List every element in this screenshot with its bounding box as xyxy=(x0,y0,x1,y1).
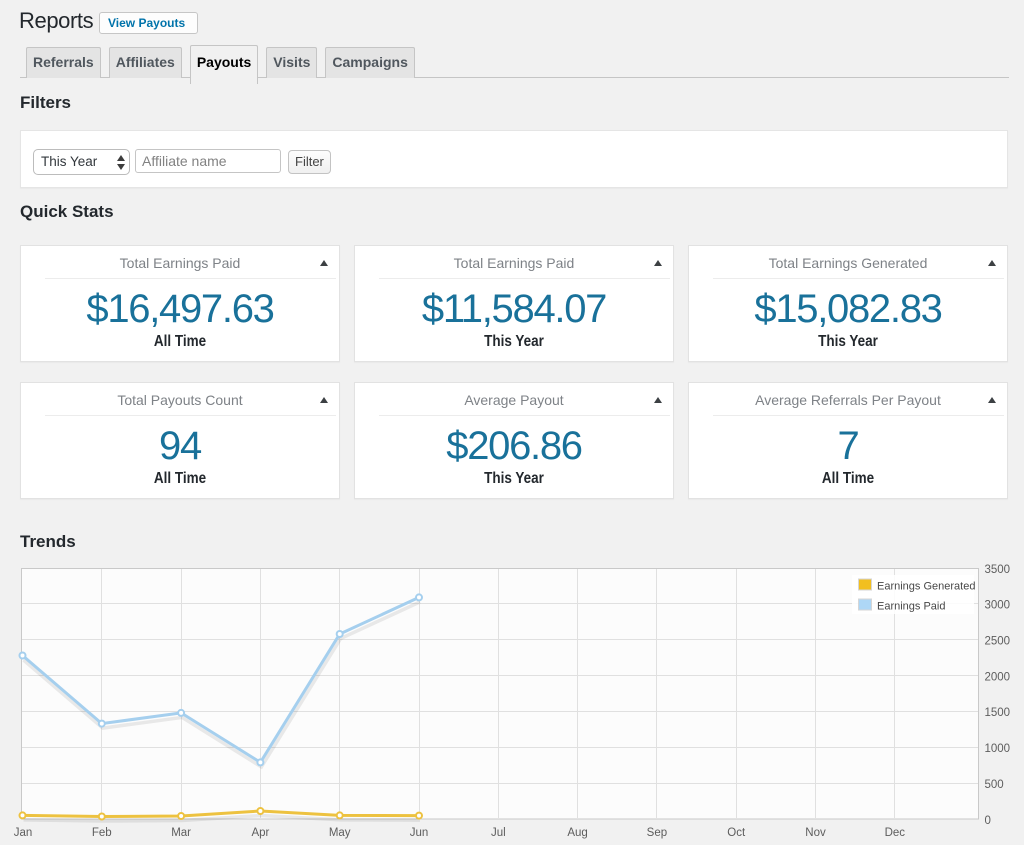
svg-text:Apr: Apr xyxy=(251,827,269,839)
svg-text:May: May xyxy=(329,827,351,839)
svg-text:Dec: Dec xyxy=(885,827,906,839)
svg-text:Feb: Feb xyxy=(92,827,112,839)
svg-text:Jun: Jun xyxy=(410,827,429,839)
svg-text:Nov: Nov xyxy=(805,827,826,839)
svg-text:3500: 3500 xyxy=(985,564,1011,576)
svg-text:Oct: Oct xyxy=(727,827,746,839)
svg-text:Aug: Aug xyxy=(567,827,587,839)
svg-text:1500: 1500 xyxy=(985,707,1011,719)
svg-text:3000: 3000 xyxy=(985,600,1011,612)
svg-text:Sep: Sep xyxy=(647,827,667,839)
svg-text:1000: 1000 xyxy=(985,743,1011,755)
svg-text:2000: 2000 xyxy=(985,671,1011,683)
svg-text:Earnings Generated: Earnings Generated xyxy=(877,581,975,593)
svg-text:2500: 2500 xyxy=(985,636,1011,648)
svg-text:Mar: Mar xyxy=(171,827,191,839)
svg-text:0: 0 xyxy=(985,815,991,827)
svg-text:Jan: Jan xyxy=(14,827,33,839)
svg-text:500: 500 xyxy=(985,779,1004,791)
svg-text:Earnings Paid: Earnings Paid xyxy=(877,601,946,613)
svg-text:Jul: Jul xyxy=(491,827,506,839)
